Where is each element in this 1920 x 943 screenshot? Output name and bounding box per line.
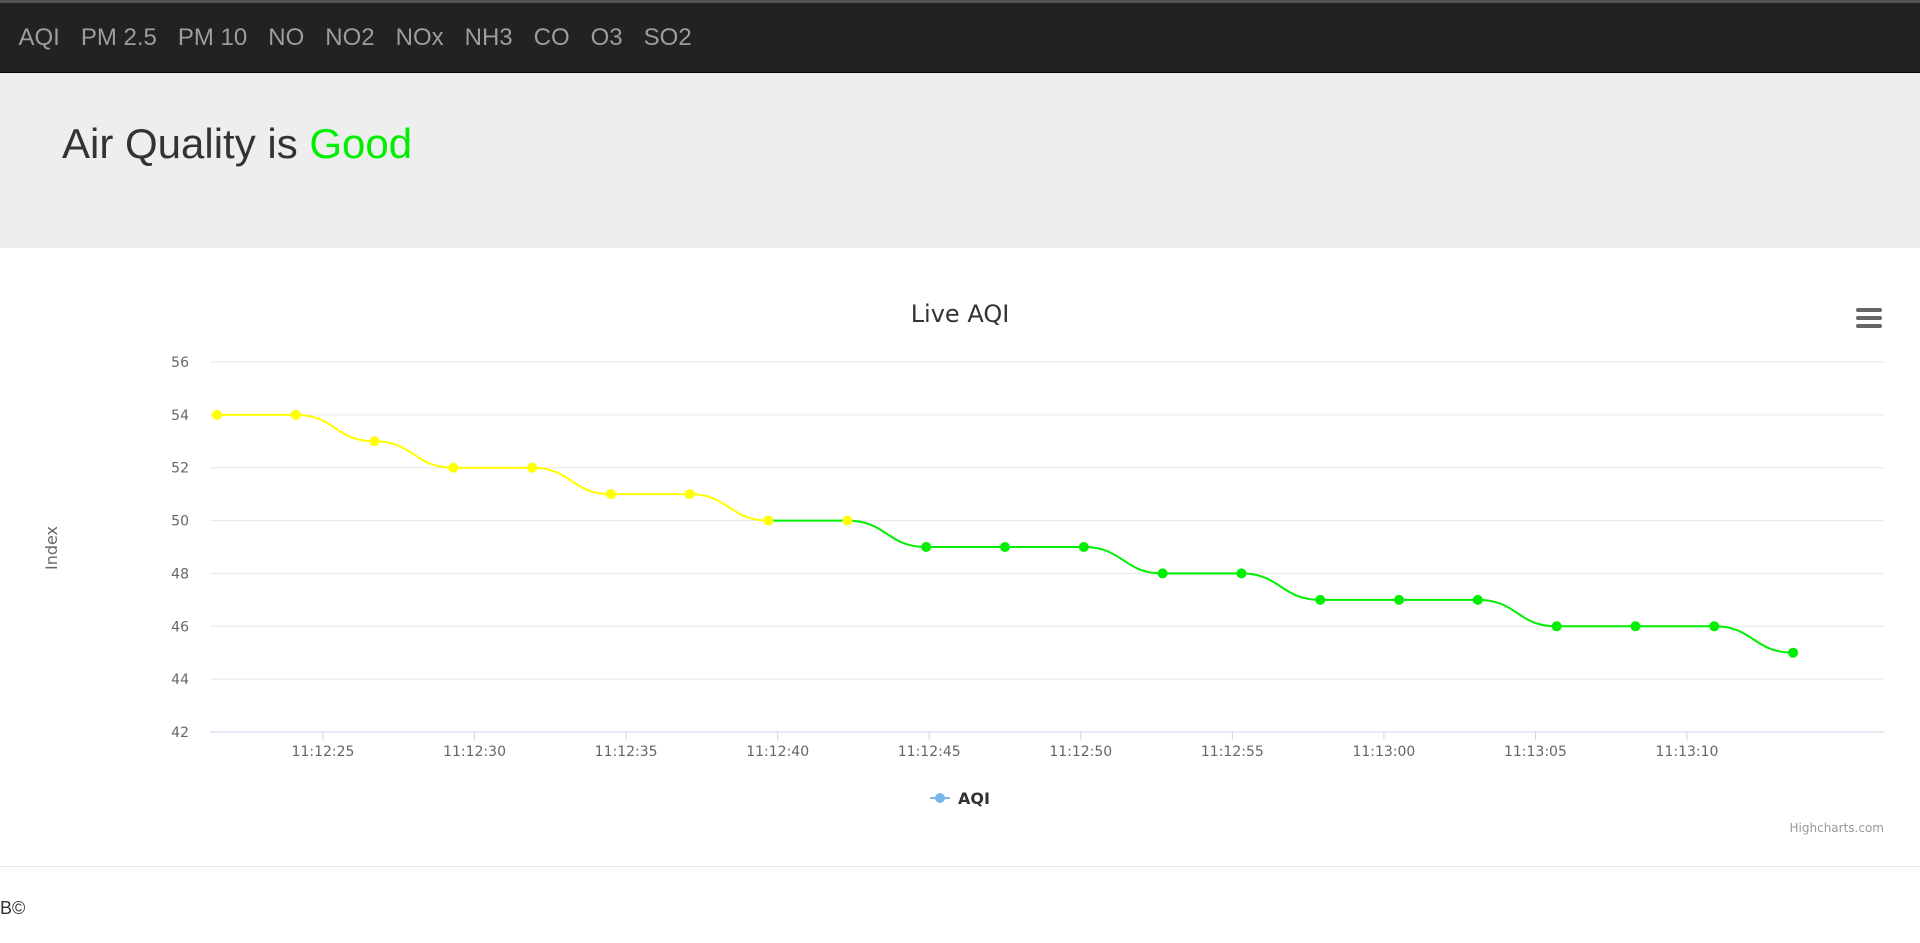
x-tick-label: 11:13:05	[1504, 744, 1567, 760]
series-aqi	[216, 413, 1794, 654]
data-point	[1394, 594, 1405, 605]
headline-prefix: Air Quality is	[62, 120, 310, 167]
x-tick-label: 11:12:25	[292, 744, 355, 760]
legend-marker	[935, 793, 945, 803]
data-point	[921, 542, 932, 552]
data-point	[1315, 594, 1326, 605]
x-axis-ticks: 11:12:25 11:12:30 11:12:35 11:12:40 11:12:45…	[292, 732, 1719, 760]
data-point	[842, 515, 853, 526]
menu-bar	[1856, 324, 1882, 328]
highcharts-credit[interactable]: Highcharts.com	[1790, 821, 1884, 835]
data-point	[1157, 568, 1168, 579]
data-point	[763, 515, 774, 526]
series-aqi-points	[211, 409, 1799, 658]
nav-item-pm10[interactable]: PM 10	[167, 3, 257, 73]
footer-divider	[0, 866, 1920, 867]
menu-bar	[1856, 316, 1882, 320]
top-navbar: AQI PM 2.5 PM 10 NO NO2 NOx NH3 CO O3 SO…	[0, 0, 1920, 73]
y-tick-label: 50	[171, 514, 189, 530]
nav-item-no[interactable]: NO	[258, 3, 315, 73]
nav-item-so2[interactable]: SO2	[633, 3, 702, 73]
series-aqi-segment	[532, 466, 611, 496]
y-tick-label: 52	[171, 461, 189, 477]
data-point	[369, 436, 380, 447]
y-tick-label: 46	[171, 619, 189, 635]
nav-item-co[interactable]: CO	[523, 3, 580, 73]
series-aqi-segment	[689, 493, 769, 522]
data-point	[1236, 568, 1247, 579]
nav-item-o3[interactable]: O3	[580, 3, 633, 73]
menu-bar	[1856, 308, 1882, 312]
data-point	[1472, 594, 1483, 605]
y-axis-ticks: 42 44 46 48 50 52 54 56	[171, 355, 189, 741]
chart-canvas: Live AQI Index 42 44 46 48 50 52 54 56 11:12:25…	[42, 300, 1884, 835]
series-aqi-segment	[374, 440, 454, 469]
y-axis-title: Index	[42, 526, 61, 570]
x-tick-label: 11:13:00	[1352, 744, 1415, 760]
y-tick-label: 56	[171, 355, 189, 371]
nav-item-nox[interactable]: NOx	[385, 3, 454, 73]
x-tick-label: 11:13:10	[1656, 744, 1719, 760]
data-point	[448, 462, 459, 473]
data-point	[211, 409, 222, 420]
data-point	[1788, 647, 1799, 658]
x-tick-label: 11:12:50	[1049, 744, 1112, 760]
pollutant-nav: AQI PM 2.5 PM 10 NO NO2 NOx NH3 CO O3 SO…	[0, 3, 702, 73]
footer-text: B©	[0, 898, 26, 918]
series-aqi-segment	[847, 519, 927, 548]
series-aqi-segment	[1241, 572, 1321, 601]
x-tick-label: 11:12:40	[746, 744, 809, 760]
live-aqi-chart: Live AQI Index 42 44 46 48 50 52 54 56 11:12:25…	[0, 248, 1920, 868]
legend-label[interactable]: AQI	[958, 789, 990, 808]
y-tick-label: 48	[171, 566, 189, 582]
data-point	[1000, 542, 1010, 552]
nav-item-aqi[interactable]: AQI	[8, 3, 70, 73]
data-point	[684, 489, 695, 500]
x-tick-label: 11:12:55	[1201, 744, 1264, 760]
data-point	[605, 489, 616, 500]
data-point	[290, 409, 301, 420]
x-tick-label: 11:12:45	[898, 744, 961, 760]
nav-item-no2[interactable]: NO2	[315, 3, 385, 73]
data-point	[1630, 621, 1641, 632]
data-point	[527, 462, 538, 473]
chart-title: Live AQI	[911, 300, 1010, 328]
nav-item-pm25[interactable]: PM 2.5	[70, 3, 167, 73]
series-aqi-segment	[1477, 598, 1557, 628]
data-point	[1709, 621, 1720, 632]
y-tick-label: 44	[171, 672, 189, 688]
series-aqi-segment	[295, 413, 375, 443]
chart-legend[interactable]: AQI	[930, 789, 990, 808]
chart-menu-icon[interactable]	[1856, 308, 1882, 330]
nav-item-nh3[interactable]: NH3	[454, 3, 523, 73]
data-point	[1078, 542, 1089, 552]
air-quality-status: Good	[309, 120, 413, 167]
series-aqi-segment	[1714, 625, 1794, 654]
air-quality-banner: Air Quality is Good	[0, 73, 1920, 248]
x-tick-label: 11:12:35	[595, 744, 658, 760]
x-tick-label: 11:12:30	[443, 744, 506, 760]
air-quality-headline: Air Quality is Good	[62, 120, 412, 168]
y-tick-label: 54	[171, 408, 189, 424]
data-point	[1551, 621, 1562, 632]
series-aqi-segment	[1083, 546, 1163, 575]
y-tick-label: 42	[171, 725, 189, 741]
